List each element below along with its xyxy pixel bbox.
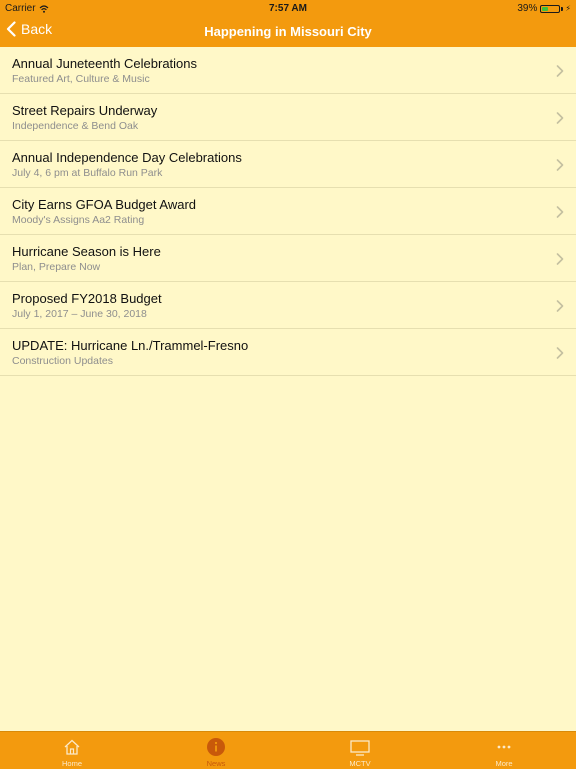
home-icon xyxy=(64,739,80,755)
more-icon xyxy=(497,745,511,749)
tab-mctv[interactable]: MCTV xyxy=(288,732,432,769)
list-item[interactable]: Proposed FY2018 Budget July 1, 2017 – Jun… xyxy=(0,282,576,329)
battery-fill xyxy=(542,6,549,11)
list-item-subtitle: July 1, 2017 – June 30, 2018 xyxy=(12,308,147,320)
status-bar: Carrier 7:57 AM 39% ⚡ xyxy=(0,0,576,16)
list-item-subtitle: Plan, Prepare Now xyxy=(12,261,101,273)
list-item-subtitle: Featured Art, Culture & Music xyxy=(12,73,150,85)
navigation-bar: Back Happening in Missouri City xyxy=(0,16,576,47)
chevron-right-icon xyxy=(556,159,564,171)
chevron-right-icon xyxy=(556,206,564,218)
tab-label: More xyxy=(495,759,513,768)
tab-news[interactable]: News xyxy=(144,732,288,769)
charging-bolt-icon: ⚡ xyxy=(565,4,571,13)
chevron-right-icon xyxy=(556,253,564,265)
tab-label: News xyxy=(206,759,226,768)
list-item-title: City Earns GFOA Budget Award xyxy=(12,197,197,212)
list-item[interactable]: Hurricane Season is Here Plan, Prepare No… xyxy=(0,235,576,282)
news-icon xyxy=(207,738,225,756)
battery-indicator: 39% ⚡ xyxy=(517,3,571,14)
list-item[interactable]: City Earns GFOA Budget Award Moody's Assi… xyxy=(0,188,576,235)
list-item[interactable]: Street Repairs Underway Independence & Be… xyxy=(0,94,576,141)
list-item-title: Annual Juneteenth Celebrations xyxy=(12,56,198,71)
status-time: 7:57 AM xyxy=(269,3,307,14)
list-item-subtitle: Moody's Assigns Aa2 Rating xyxy=(12,214,145,226)
list-item-title: Hurricane Season is Here xyxy=(12,244,161,259)
list-item[interactable]: Annual Juneteenth Celebrations Featured A… xyxy=(0,47,576,94)
battery-percent: 39% xyxy=(517,3,538,14)
tab-label: Home xyxy=(61,759,82,768)
list-item-subtitle: July 4, 6 pm at Buffalo Run Park xyxy=(12,167,163,179)
list-item-title: Proposed FY2018 Budget xyxy=(12,291,162,306)
tab-label: MCTV xyxy=(349,759,371,768)
header: Carrier 7:57 AM 39% ⚡ Back Happening in … xyxy=(0,0,576,47)
battery-tip xyxy=(561,6,564,11)
chevron-right-icon xyxy=(556,300,564,312)
list-item-title: Annual Independence Day Celebrations xyxy=(12,150,242,165)
list-item-title: UPDATE: Hurricane Ln./Trammel-Fresno xyxy=(12,338,249,353)
chevron-right-icon xyxy=(556,347,564,359)
tab-bar: Home News MCTV More xyxy=(0,731,576,769)
chevron-right-icon xyxy=(556,65,564,77)
tab-home[interactable]: Home xyxy=(0,732,144,769)
list-item-title: Street Repairs Underway xyxy=(12,103,158,118)
tv-icon xyxy=(350,740,370,756)
page-title: Happening in Missouri City xyxy=(204,24,372,39)
tab-more[interactable]: More xyxy=(432,732,576,769)
chevron-right-icon xyxy=(556,112,564,124)
news-list: Annual Juneteenth Celebrations Featured A… xyxy=(0,47,576,376)
list-item-subtitle: Independence & Bend Oak xyxy=(12,120,139,132)
list-item[interactable]: UPDATE: Hurricane Ln./Trammel-Fresno Cons… xyxy=(0,329,576,376)
battery-icon xyxy=(540,4,561,13)
list-item[interactable]: Annual Independence Day Celebrations July… xyxy=(0,141,576,188)
list-item-subtitle: Construction Updates xyxy=(12,355,113,367)
